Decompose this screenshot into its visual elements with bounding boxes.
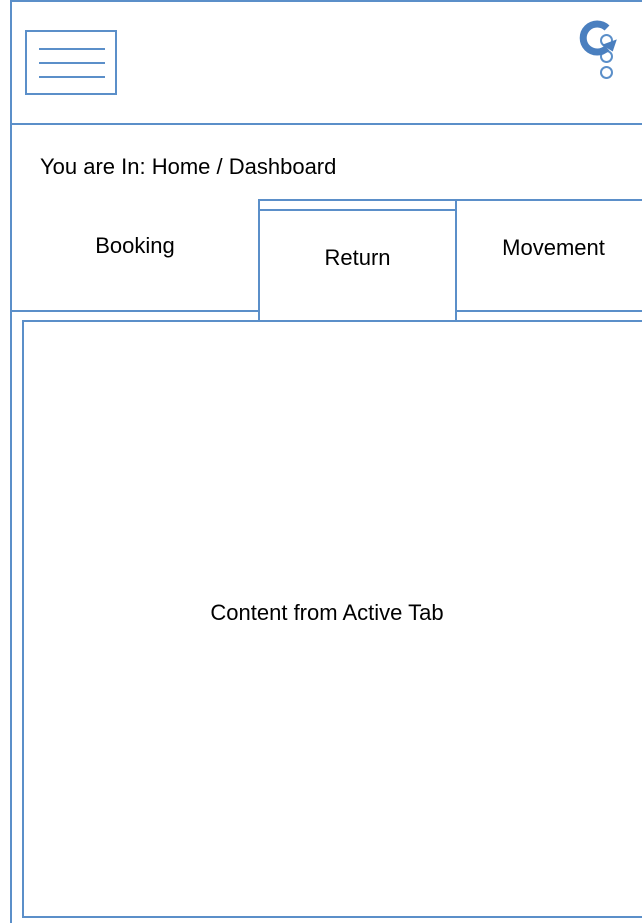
active-tab-indicator bbox=[260, 209, 455, 211]
breadcrumb-bar: You are In: Home / Dashboard bbox=[10, 123, 642, 201]
tab-return[interactable]: Return bbox=[258, 199, 457, 322]
tab-booking[interactable]: Booking bbox=[10, 199, 260, 312]
menu-line bbox=[39, 48, 105, 50]
breadcrumb: You are In: Home / Dashboard bbox=[40, 154, 337, 179]
tab-return-label: Return bbox=[324, 245, 391, 270]
menu-line bbox=[39, 76, 105, 78]
content-placeholder: Content from Active Tab bbox=[210, 600, 444, 625]
menu-line bbox=[39, 62, 105, 64]
tab-booking-label: Booking bbox=[95, 233, 175, 258]
tab-movement-label: Movement bbox=[502, 235, 605, 260]
tab-content-panel: Content from Active Tab bbox=[22, 320, 642, 918]
refresh-icon[interactable] bbox=[574, 16, 618, 60]
kebab-dot bbox=[600, 66, 613, 79]
tab-movement[interactable]: Movement bbox=[455, 199, 642, 312]
hamburger-menu-icon[interactable] bbox=[25, 30, 117, 95]
